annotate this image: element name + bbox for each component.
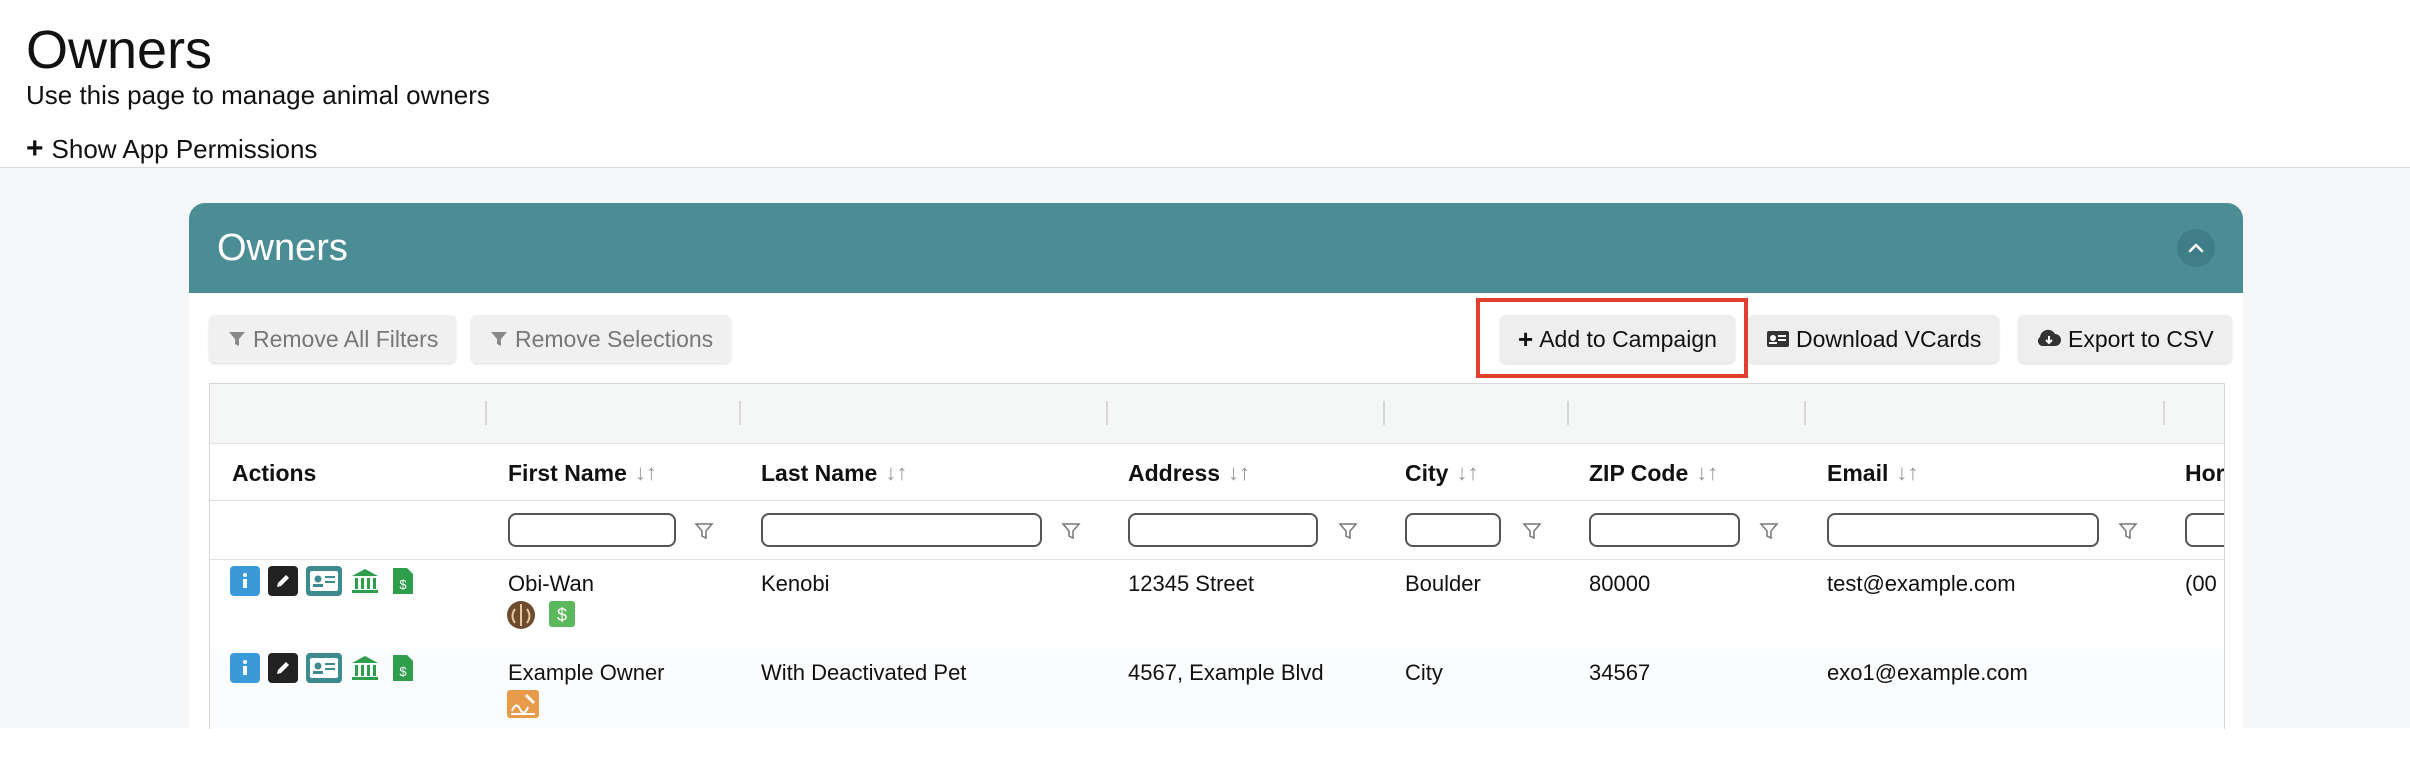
info-icon[interactable] bbox=[230, 566, 260, 596]
column-header-actions: Actions bbox=[232, 460, 317, 486]
sort-icon[interactable]: ↓↑ bbox=[635, 460, 657, 486]
column-separator bbox=[2163, 401, 2165, 425]
email-cell: exo1@example.com bbox=[1827, 660, 2028, 685]
page-header: Owners Use this page to manage animal ow… bbox=[0, 0, 2410, 168]
chevron-up-icon bbox=[2188, 243, 2204, 253]
download-vcards-label: Download VCards bbox=[1796, 325, 1982, 352]
info-icon[interactable] bbox=[230, 653, 260, 683]
contact-card-icon[interactable] bbox=[306, 566, 342, 596]
column-separator bbox=[1804, 401, 1806, 425]
first-name-cell: Example Owner bbox=[508, 660, 665, 685]
first-name-filter-input[interactable] bbox=[508, 513, 676, 547]
home-phone-filter-input[interactable] bbox=[2185, 513, 2224, 547]
address-cell: 4567, Example Blvd bbox=[1128, 660, 1324, 685]
first-name-cell: Obi-Wan bbox=[508, 571, 594, 596]
contact-card-icon[interactable] bbox=[306, 653, 342, 683]
address-filter-input[interactable] bbox=[1128, 513, 1318, 547]
invoice-icon[interactable]: $ bbox=[388, 566, 418, 596]
sort-icon[interactable]: ↓↑ bbox=[1456, 460, 1478, 486]
zip-cell: 34567 bbox=[1589, 660, 1651, 685]
signature-icon[interactable] bbox=[506, 689, 540, 724]
column-separator bbox=[739, 401, 741, 425]
home-phone-cell: (00 bbox=[2185, 571, 2217, 596]
email-filter-input[interactable] bbox=[1827, 513, 2099, 547]
remove-selections-label: Remove Selections bbox=[515, 325, 714, 352]
city-filter-input[interactable] bbox=[1405, 513, 1501, 547]
filter-icon[interactable] bbox=[694, 521, 714, 541]
bank-icon[interactable] bbox=[350, 653, 380, 683]
column-header-last-name[interactable]: Last Name ↓↑ bbox=[761, 460, 907, 486]
zip-cell: 80000 bbox=[1589, 571, 1651, 596]
sort-icon[interactable]: ↓↑ bbox=[885, 460, 907, 486]
filter-icon bbox=[489, 329, 509, 349]
plus-icon: + bbox=[26, 132, 44, 165]
column-header-first-name[interactable]: First Name ↓↑ bbox=[508, 460, 657, 486]
filter-icon[interactable] bbox=[1522, 521, 1542, 541]
city-cell: City bbox=[1405, 660, 1443, 685]
sort-icon[interactable]: ↓↑ bbox=[1228, 460, 1250, 486]
address-cell: 12345 Street bbox=[1128, 571, 1254, 596]
column-separator bbox=[485, 401, 487, 425]
invoice-icon[interactable]: $ bbox=[388, 653, 418, 683]
edit-icon[interactable] bbox=[268, 653, 298, 683]
owners-table: Actions First Name ↓↑ Last Name ↓↑ Address… bbox=[209, 383, 2225, 729]
sort-icon[interactable]: ↓↑ bbox=[1696, 460, 1718, 486]
permissions-toggle-label: Show App Permissions bbox=[51, 134, 318, 164]
column-header-row: Actions First Name ↓↑ Last Name ↓↑ Address… bbox=[210, 444, 2224, 501]
zip-filter-input[interactable] bbox=[1589, 513, 1740, 547]
column-separator bbox=[1567, 401, 1569, 425]
city-cell: Boulder bbox=[1405, 571, 1481, 596]
column-header-zip[interactable]: ZIP Code ↓↑ bbox=[1589, 460, 1718, 486]
cloud-download-icon bbox=[2036, 329, 2062, 349]
svg-text:$: $ bbox=[557, 605, 567, 625]
page-subtitle: Use this page to manage animal owners bbox=[26, 80, 490, 110]
highlight-box bbox=[1476, 298, 1748, 378]
dollar-badge-icon[interactable]: $ bbox=[548, 600, 576, 635]
remove-all-filters-button[interactable]: Remove All Filters bbox=[209, 315, 457, 363]
email-cell: test@example.com bbox=[1827, 571, 2016, 596]
svg-text:$: $ bbox=[399, 577, 407, 592]
column-separator bbox=[1383, 401, 1385, 425]
filter-icon[interactable] bbox=[1061, 521, 1081, 541]
bank-icon[interactable] bbox=[350, 566, 380, 596]
column-header-address[interactable]: Address ↓↑ bbox=[1128, 460, 1250, 486]
export-csv-label: Export to CSV bbox=[2068, 325, 2214, 352]
vcard-icon bbox=[1766, 329, 1790, 349]
last-name-filter-input[interactable] bbox=[761, 513, 1042, 547]
row-actions: $ bbox=[230, 653, 418, 683]
filter-icon bbox=[227, 329, 247, 349]
owner-badges bbox=[506, 689, 540, 724]
owner-badges: $ bbox=[506, 600, 576, 635]
column-header-home-phone[interactable]: Hor bbox=[2185, 460, 2224, 486]
show-app-permissions-toggle[interactable]: + Show App Permissions bbox=[26, 132, 317, 166]
remove-selections-button[interactable]: Remove Selections bbox=[471, 315, 732, 363]
column-separator bbox=[1106, 401, 1108, 425]
filter-icon[interactable] bbox=[2118, 521, 2138, 541]
remove-filters-label: Remove All Filters bbox=[253, 325, 439, 352]
collapse-button[interactable] bbox=[2177, 229, 2215, 267]
export-to-csv-button[interactable]: Export to CSV bbox=[2018, 315, 2232, 363]
row-actions: $ bbox=[230, 566, 418, 596]
card-title: Owners bbox=[217, 227, 348, 269]
sort-icon[interactable]: ↓↑ bbox=[1896, 460, 1918, 486]
jedi-order-icon[interactable] bbox=[506, 600, 536, 635]
column-header-email[interactable]: Email ↓↑ bbox=[1827, 460, 1918, 486]
table-row: $ Example Owner With Deactivated Pet 456… bbox=[210, 649, 2224, 729]
group-header-row bbox=[210, 384, 2224, 444]
filter-icon[interactable] bbox=[1338, 521, 1358, 541]
svg-text:$: $ bbox=[399, 664, 407, 679]
table-row: $ Obi-Wan $ Kenobi 12345 Street Boulder … bbox=[210, 560, 2224, 648]
download-vcards-button[interactable]: Download VCards bbox=[1748, 315, 2000, 363]
filter-icon[interactable] bbox=[1759, 521, 1779, 541]
edit-icon[interactable] bbox=[268, 566, 298, 596]
last-name-cell: Kenobi bbox=[761, 571, 830, 596]
column-header-city[interactable]: City ↓↑ bbox=[1405, 460, 1478, 486]
last-name-cell: With Deactivated Pet bbox=[761, 660, 967, 685]
card-header: Owners bbox=[189, 203, 2243, 293]
filter-row bbox=[210, 501, 2224, 560]
page-title: Owners bbox=[26, 20, 213, 80]
